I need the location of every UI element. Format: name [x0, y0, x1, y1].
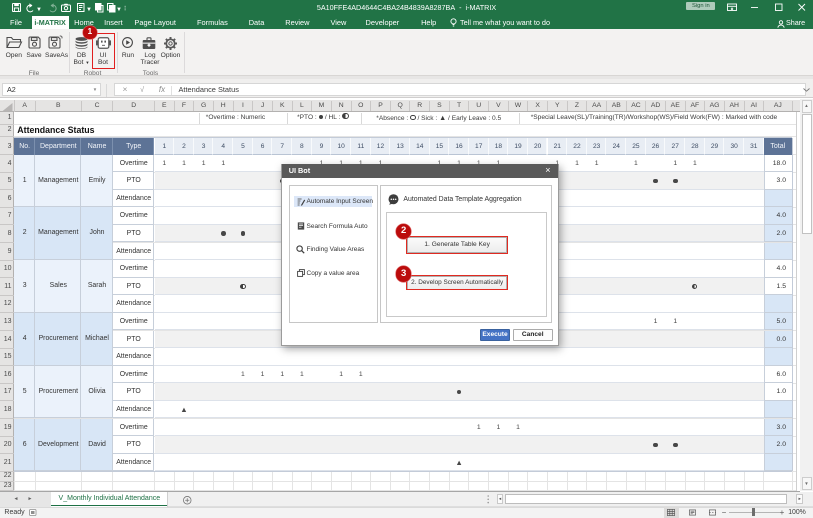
svg-text:▼: ▼	[36, 7, 42, 13]
svg-text:▼: ▼	[116, 7, 122, 13]
svg-text:⁝: ⁝	[124, 6, 126, 13]
svg-text:▼: ▼	[86, 7, 92, 13]
